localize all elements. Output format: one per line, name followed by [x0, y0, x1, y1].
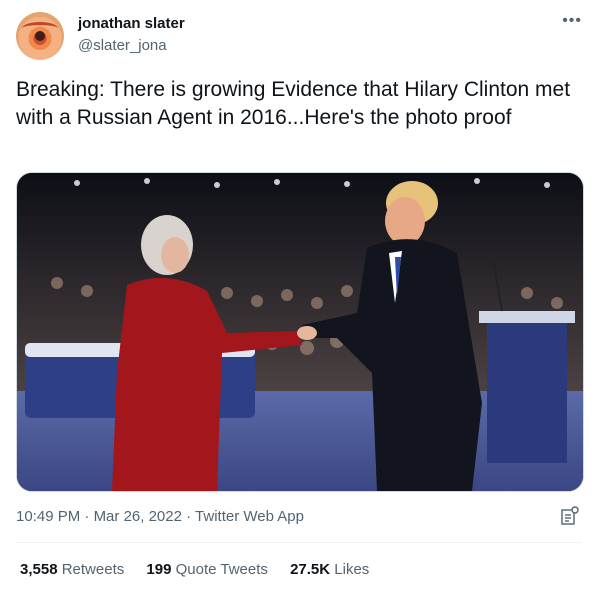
- likes-stat[interactable]: 27.5K Likes: [290, 561, 369, 578]
- likes-label: Likes: [334, 561, 370, 578]
- avatar[interactable]: [16, 12, 64, 60]
- likes-count: 27.5K: [290, 561, 331, 578]
- tweet-metadata: 10:49 PM · Mar 26, 2022 · Twitter Web Ap…: [16, 508, 304, 525]
- retweets-label: Retweets: [61, 561, 125, 578]
- tweet-time[interactable]: 10:49 PM: [16, 508, 80, 525]
- meta-separator: ·: [186, 508, 192, 525]
- user-handle[interactable]: @slater_jona: [78, 37, 167, 54]
- more-options-icon[interactable]: •••: [562, 12, 582, 30]
- tweet-date[interactable]: Mar 26, 2022: [94, 508, 182, 525]
- quote-tweets-label: Quote Tweets: [175, 561, 268, 578]
- quote-tweets-stat[interactable]: 199 Quote Tweets: [146, 561, 267, 578]
- retweets-count: 3,558: [20, 561, 58, 578]
- avatar-pupil: [35, 31, 45, 41]
- tweet-header: jonathan slater @slater_jona •••: [16, 12, 582, 62]
- retweets-stat[interactable]: 3,558 Retweets: [20, 561, 124, 578]
- tweet-photo[interactable]: [16, 172, 584, 492]
- tweet-text: Breaking: There is growing Evidence that…: [16, 78, 571, 129]
- analytics-icon[interactable]: [560, 506, 580, 526]
- tweet-stats: 3,558 Retweets 199 Quote Tweets 27.5K Li…: [20, 561, 387, 578]
- divider: [16, 542, 582, 543]
- debate-photo: [17, 173, 583, 491]
- meta-separator: ·: [84, 508, 90, 525]
- tweet-source[interactable]: Twitter Web App: [195, 508, 304, 525]
- display-name[interactable]: jonathan slater: [78, 15, 185, 32]
- quote-tweets-count: 199: [146, 561, 172, 578]
